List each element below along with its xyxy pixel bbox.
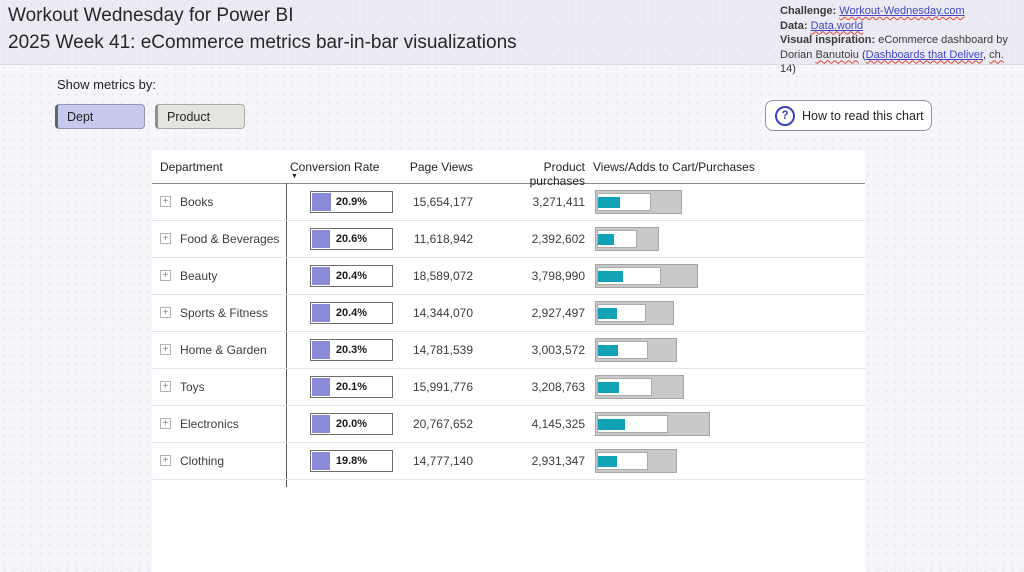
page-title: Workout Wednesday for Power BI 2025 Week… <box>8 2 517 56</box>
data-source-link[interactable]: Data.world <box>811 20 864 32</box>
slicer-button-product[interactable]: Product <box>155 104 245 129</box>
author-name: Banutoiu <box>815 49 858 61</box>
purchases-value: 3,003,572 <box>487 343 585 357</box>
expand-icon[interactable]: + <box>160 418 171 429</box>
header-views-adds-purchases[interactable]: Views/Adds to Cart/Purchases <box>593 160 755 174</box>
purchases-bar <box>598 197 620 208</box>
department-label: Books <box>180 195 213 209</box>
page-views-value: 14,777,140 <box>367 454 473 468</box>
header-band: Workout Wednesday for Power BI 2025 Week… <box>0 0 1024 65</box>
department-label: Food & Beverages <box>180 232 279 246</box>
purchases-value: 4,145,325 <box>487 417 585 431</box>
views-adds-purchases-bar <box>595 301 674 325</box>
purchases-bar <box>598 456 617 467</box>
views-adds-purchases-bar <box>595 190 682 214</box>
views-bar <box>595 338 677 362</box>
purchases-bar <box>598 308 617 319</box>
views-bar <box>595 264 698 288</box>
credits-block: Challenge: Workout-Wednesday.com Data: D… <box>780 4 1022 77</box>
purchases-value: 2,931,347 <box>487 454 585 468</box>
purchases-bar <box>598 419 625 430</box>
department-label: Home & Garden <box>180 343 267 357</box>
table-row[interactable]: +Food & Beverages20.6%11,618,9422,392,60… <box>152 221 865 258</box>
sort-descending-icon[interactable]: ▼ <box>291 173 298 180</box>
inspiration-label: Visual inspiration: <box>780 34 875 46</box>
views-bar <box>595 227 659 251</box>
how-to-read-button[interactable]: ? How to read this chart <box>765 100 932 131</box>
book-link[interactable]: Dashboards that Deliver <box>866 49 983 61</box>
page-views-value: 15,991,776 <box>367 380 473 394</box>
views-adds-purchases-bar <box>595 338 677 362</box>
purchases-value: 3,208,763 <box>487 380 585 394</box>
purchases-bar <box>598 271 623 282</box>
question-mark-icon: ? <box>775 106 795 126</box>
expand-icon[interactable]: + <box>160 381 171 392</box>
views-bar <box>595 301 674 325</box>
department-label: Sports & Fitness <box>180 306 268 320</box>
challenge-label: Challenge: <box>780 5 836 17</box>
purchases-bar <box>598 234 614 245</box>
page-views-value: 14,781,539 <box>367 343 473 357</box>
views-bar <box>595 375 684 399</box>
purchases-value: 2,392,602 <box>487 232 585 246</box>
header-department[interactable]: Department <box>160 160 223 174</box>
page-views-value: 15,654,177 <box>367 195 473 209</box>
table-row[interactable]: +Clothing19.8%14,777,1402,931,347 <box>152 443 865 480</box>
page-views-value: 18,589,072 <box>367 269 473 283</box>
expand-icon[interactable]: + <box>160 307 171 318</box>
table-row[interactable]: +Beauty20.4%18,589,0723,798,990 <box>152 258 865 295</box>
credits-challenge-line: Challenge: Workout-Wednesday.com <box>780 4 1022 19</box>
views-adds-purchases-bar <box>595 449 677 473</box>
purchases-bar <box>598 345 618 356</box>
how-to-read-label: How to read this chart <box>802 109 924 123</box>
credits-inspiration-line-1: Visual inspiration: eCommerce dashboard … <box>780 33 1022 48</box>
expand-icon[interactable]: + <box>160 455 171 466</box>
table-header-row: Department Conversion Rate ▼ Page Views … <box>152 150 865 184</box>
data-label: Data: <box>780 20 808 32</box>
header-conversion-rate[interactable]: Conversion Rate <box>290 160 379 174</box>
purchases-value: 3,798,990 <box>487 269 585 283</box>
table-row[interactable]: +Home & Garden20.3%14,781,5393,003,572 <box>152 332 865 369</box>
header-page-views[interactable]: Page Views <box>367 160 473 174</box>
expand-icon[interactable]: + <box>160 196 171 207</box>
table-row[interactable]: +Electronics20.0%20,767,6524,145,325 <box>152 406 865 443</box>
page-views-value: 14,344,070 <box>367 306 473 320</box>
page-views-value: 20,767,652 <box>367 417 473 431</box>
purchases-bar <box>598 382 619 393</box>
page-views-value: 11,618,942 <box>367 232 473 246</box>
views-adds-purchases-bar <box>595 412 710 436</box>
credits-data-line: Data: Data.world <box>780 19 1022 34</box>
expand-icon[interactable]: + <box>160 270 171 281</box>
expand-icon[interactable]: + <box>160 233 171 244</box>
show-metrics-label: Show metrics by: <box>57 77 156 92</box>
views-bar <box>595 412 710 436</box>
credits-inspiration-line-2: Dorian Banutoiu (Dashboards that Deliver… <box>780 48 1022 77</box>
report-page: Workout Wednesday for Power BI 2025 Week… <box>0 0 1024 572</box>
purchases-value: 3,271,411 <box>487 195 585 209</box>
views-bar <box>595 449 677 473</box>
purchases-value: 2,927,497 <box>487 306 585 320</box>
table-row[interactable]: +Books20.9%15,654,1773,271,411 <box>152 184 865 221</box>
table-card: Department Conversion Rate ▼ Page Views … <box>152 150 865 572</box>
challenge-link[interactable]: Workout-Wednesday.com <box>839 5 964 17</box>
views-adds-purchases-bar <box>595 227 659 251</box>
slicer-button-dept[interactable]: Dept <box>55 104 145 129</box>
expand-icon[interactable]: + <box>160 344 171 355</box>
views-adds-purchases-bar <box>595 375 684 399</box>
views-adds-purchases-bar <box>595 264 698 288</box>
title-line-2: 2025 Week 41: eCommerce metrics bar-in-b… <box>8 29 517 56</box>
department-label: Toys <box>180 380 205 394</box>
table-rows: +Books20.9%15,654,1773,271,411+Food & Be… <box>152 184 865 480</box>
department-label: Clothing <box>180 454 224 468</box>
views-bar <box>595 190 682 214</box>
title-line-1: Workout Wednesday for Power BI <box>8 2 517 29</box>
table-row[interactable]: +Toys20.1%15,991,7763,208,763 <box>152 369 865 406</box>
department-label: Electronics <box>180 417 239 431</box>
table-row[interactable]: +Sports & Fitness20.4%14,344,0702,927,49… <box>152 295 865 332</box>
department-label: Beauty <box>180 269 217 283</box>
